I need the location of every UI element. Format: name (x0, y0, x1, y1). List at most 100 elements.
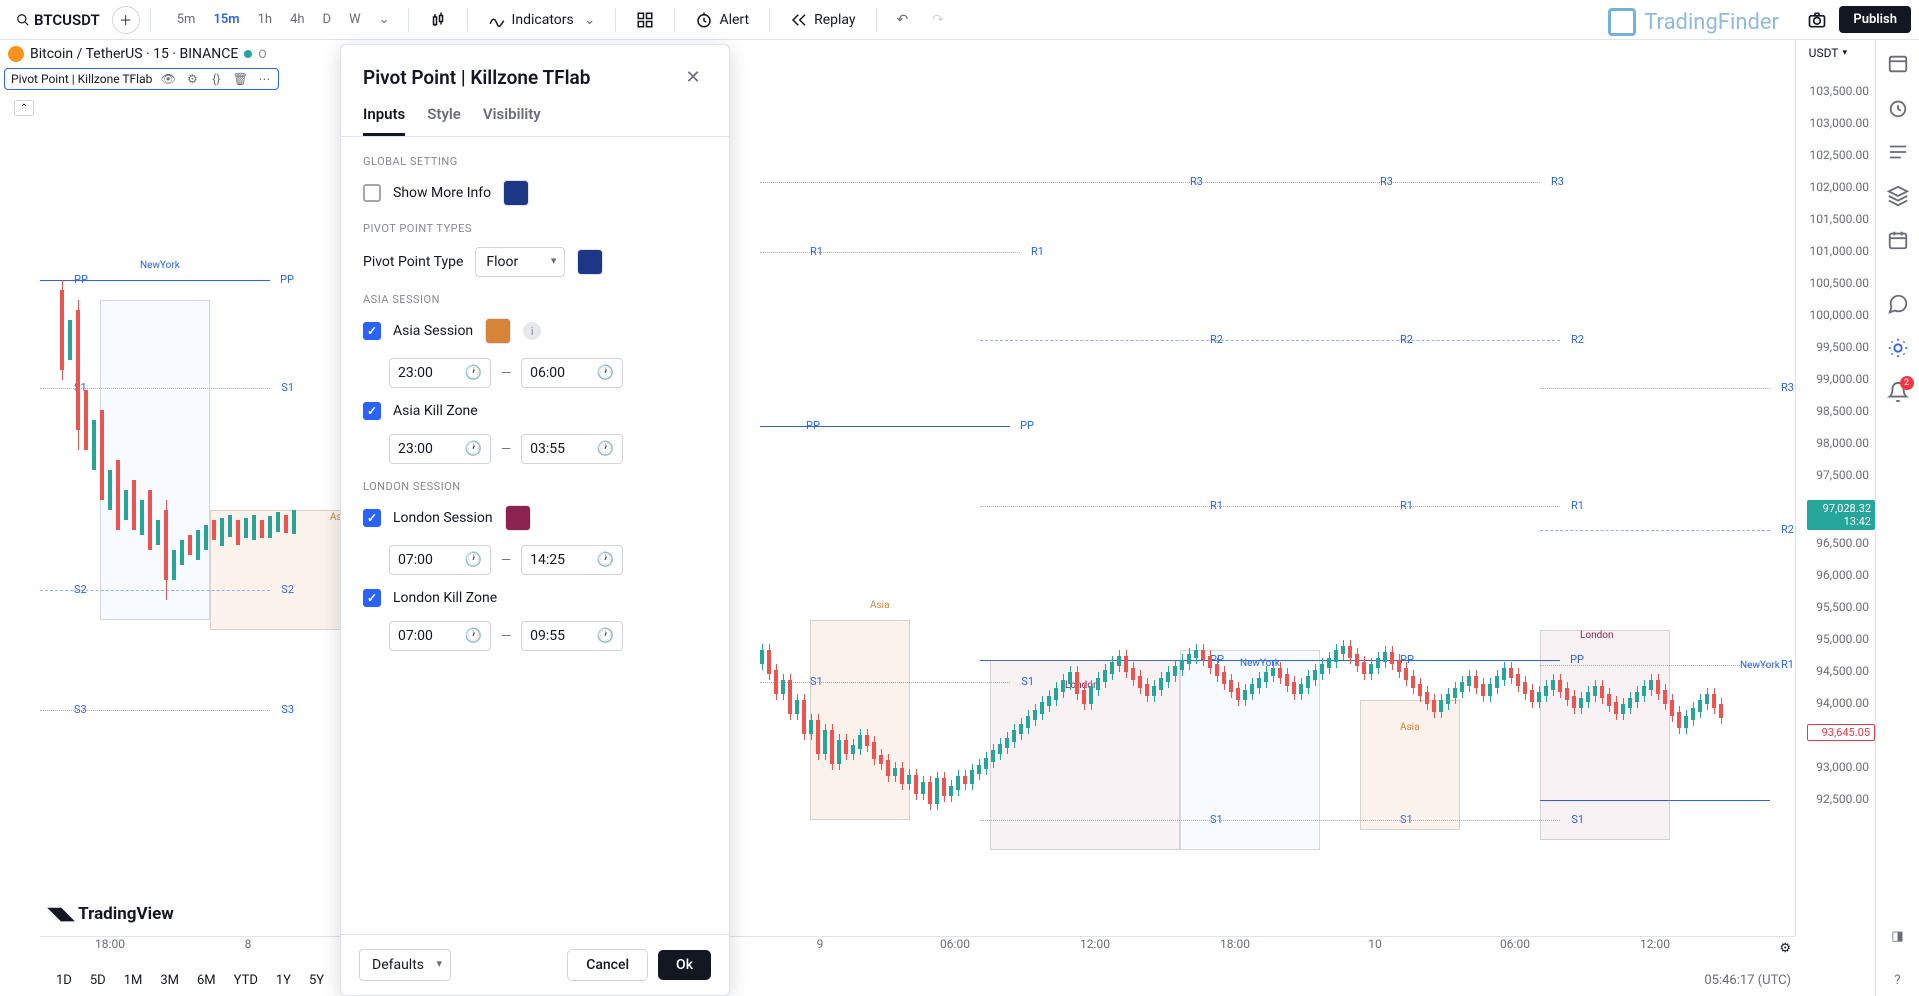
axis-settings-icon[interactable]: ⚙ (1779, 941, 1791, 956)
cancel-button[interactable]: Cancel (567, 949, 648, 981)
input-london-start[interactable]: 07:00🕐 (389, 545, 491, 575)
color-london-session[interactable] (505, 505, 531, 531)
utc-clock[interactable]: 05:46:17 (UTC) (1704, 973, 1791, 988)
templates-button[interactable] (626, 7, 664, 33)
layers-icon[interactable] (1882, 180, 1914, 212)
notifications-icon[interactable]: 2 (1882, 376, 1914, 408)
clock-icon: 🕐 (597, 628, 614, 644)
ideas-icon[interactable] (1882, 332, 1914, 364)
chat-icon[interactable] (1882, 288, 1914, 320)
input-asia-kz-end[interactable]: 03:55🕐 (521, 434, 623, 464)
indicators-label: Indicators (512, 12, 574, 28)
tv-logo-text: TradingView (78, 904, 174, 924)
range-5y[interactable]: 5Y (301, 969, 332, 992)
add-symbol-button[interactable]: ＋ (112, 6, 140, 34)
input-asia-start[interactable]: 23:00🕐 (389, 358, 491, 388)
tf-d[interactable]: D (315, 8, 340, 31)
checkbox-asia-session[interactable] (363, 322, 381, 340)
settings-icon[interactable]: ⚙ (184, 71, 200, 87)
ohlc-o: O (258, 47, 266, 61)
calendar-panel-icon[interactable] (1882, 224, 1914, 256)
undo-button[interactable]: ↶ (887, 8, 919, 32)
range-5d[interactable]: 5D (82, 969, 114, 992)
defaults-dropdown[interactable]: Defaults (359, 949, 451, 981)
lbl-r1-m3: R1 (1571, 499, 1584, 512)
lbl-r3-2: R3 (1380, 175, 1564, 188)
tf-logo-text: TradingFinder (1644, 10, 1779, 35)
redo-button[interactable]: ↷ (922, 8, 954, 32)
eye-icon[interactable]: 👁 (160, 71, 176, 87)
watchlist-icon[interactable] (1882, 48, 1914, 80)
indicator-pill[interactable]: Pivot Point | Killzone TFlab 👁 ⚙ {} 🗑 ⋯ (4, 68, 279, 90)
camera-icon (1807, 10, 1827, 30)
checkbox-london-session[interactable] (363, 509, 381, 527)
t-lbl-7: 06:00 (1500, 937, 1530, 951)
symbol-search[interactable]: BTCUSDT (8, 7, 108, 33)
label-london-session: London Session (393, 510, 493, 526)
p-lbl-4: 101,500.00 (1810, 212, 1869, 226)
alerts-panel-icon[interactable] (1882, 92, 1914, 124)
input-asia-end[interactable]: 06:00🕐 (521, 358, 623, 388)
input-london-kz-start[interactable]: 07:00🕐 (389, 621, 491, 651)
alert-button[interactable]: Alert (685, 7, 759, 33)
snapshot-button[interactable] (1803, 6, 1831, 34)
color-pp-type[interactable] (577, 249, 603, 275)
select-pp-type[interactable]: Floor (475, 247, 565, 277)
tf-dropdown[interactable]: ⌄ (371, 8, 398, 31)
ok-button[interactable]: Ok (658, 950, 711, 980)
range-1d[interactable]: 1D (48, 969, 80, 992)
hotlist-icon[interactable] (1882, 136, 1914, 168)
chart-canvas[interactable]: NewYork Asia PPPP S1S1 S2S2 S3S3 R3R3R3 … (40, 40, 1795, 936)
range-ytd[interactable]: YTD (226, 969, 266, 992)
lbl-r2-r: R2 (1781, 523, 1794, 536)
checkbox-asia-kz[interactable] (363, 402, 381, 420)
color-show-more-info[interactable] (503, 180, 529, 206)
candle-type-button[interactable] (419, 7, 457, 33)
object-tree-icon[interactable]: ◨ (1882, 920, 1914, 952)
dialog-body[interactable]: GLOBAL SETTING Show More Info PIVOT POIN… (341, 137, 729, 934)
tab-visibility[interactable]: Visibility (483, 105, 541, 136)
tab-inputs[interactable]: Inputs (363, 105, 405, 136)
clock-icon: 🕐 (465, 441, 482, 457)
p-lbl-9: 99,000.00 (1816, 372, 1869, 386)
tf-15m[interactable]: 15m (205, 8, 247, 31)
collapse-indicator-button[interactable]: ⌃ (14, 100, 34, 116)
tradingfinder-logo: TradingFinder (1608, 8, 1779, 36)
more-icon[interactable]: ⋯ (256, 71, 272, 87)
tf-5m[interactable]: 5m (169, 8, 204, 31)
t-lbl-1: 8 (245, 937, 252, 951)
time-axis[interactable]: 18:00 8 9 06:00 12:00 18:00 10 06:00 12:… (40, 936, 1795, 960)
checkbox-london-kz[interactable] (363, 589, 381, 607)
range-3m[interactable]: 3M (152, 969, 187, 992)
range-6m[interactable]: 6M (189, 969, 224, 992)
tf-w[interactable]: W (341, 8, 369, 31)
tf-4h[interactable]: 4h (282, 8, 312, 31)
help-icon[interactable]: ? (1882, 964, 1914, 996)
tf-1h[interactable]: 1h (250, 8, 280, 31)
close-button[interactable]: ✕ (679, 63, 707, 91)
label-asia-session: Asia Session (393, 323, 473, 339)
p-lbl-7: 100,000.00 (1810, 308, 1869, 322)
indicators-button[interactable]: Indicators ⌄ (478, 7, 606, 33)
info-icon[interactable]: i (523, 322, 541, 340)
price-axis[interactable]: USDT ▾ 103,500.00 103,000.00 102,500.00 … (1795, 40, 1875, 936)
input-london-end[interactable]: 14:25🕐 (521, 545, 623, 575)
range-1y[interactable]: 1Y (268, 969, 299, 992)
price-unit[interactable]: USDT ▾ (1809, 46, 1847, 60)
range-1m[interactable]: 1M (116, 969, 151, 992)
p-lbl-17: 94,500.00 (1816, 664, 1869, 678)
color-asia-session[interactable] (485, 318, 511, 344)
timeframe-group: 5m 15m 1h 4h D W ⌄ (169, 8, 398, 31)
publish-button[interactable]: Publish (1839, 6, 1911, 33)
lbl-r1-r: R1 (1781, 658, 1794, 671)
input-london-kz-end[interactable]: 09:55🕐 (521, 621, 623, 651)
source-icon[interactable]: {} (208, 71, 224, 87)
tab-style[interactable]: Style (427, 105, 461, 136)
input-asia-kz-start[interactable]: 23:00🕐 (389, 434, 491, 464)
tv-logo-icon: ◥◣ (48, 904, 74, 924)
delete-icon[interactable]: 🗑 (232, 71, 248, 87)
p-lbl-6: 100,500.00 (1810, 276, 1869, 290)
replay-button[interactable]: Replay (780, 7, 865, 33)
marked-price-badge: 93,645.05 (1807, 724, 1875, 741)
checkbox-show-more-info[interactable] (363, 184, 381, 202)
